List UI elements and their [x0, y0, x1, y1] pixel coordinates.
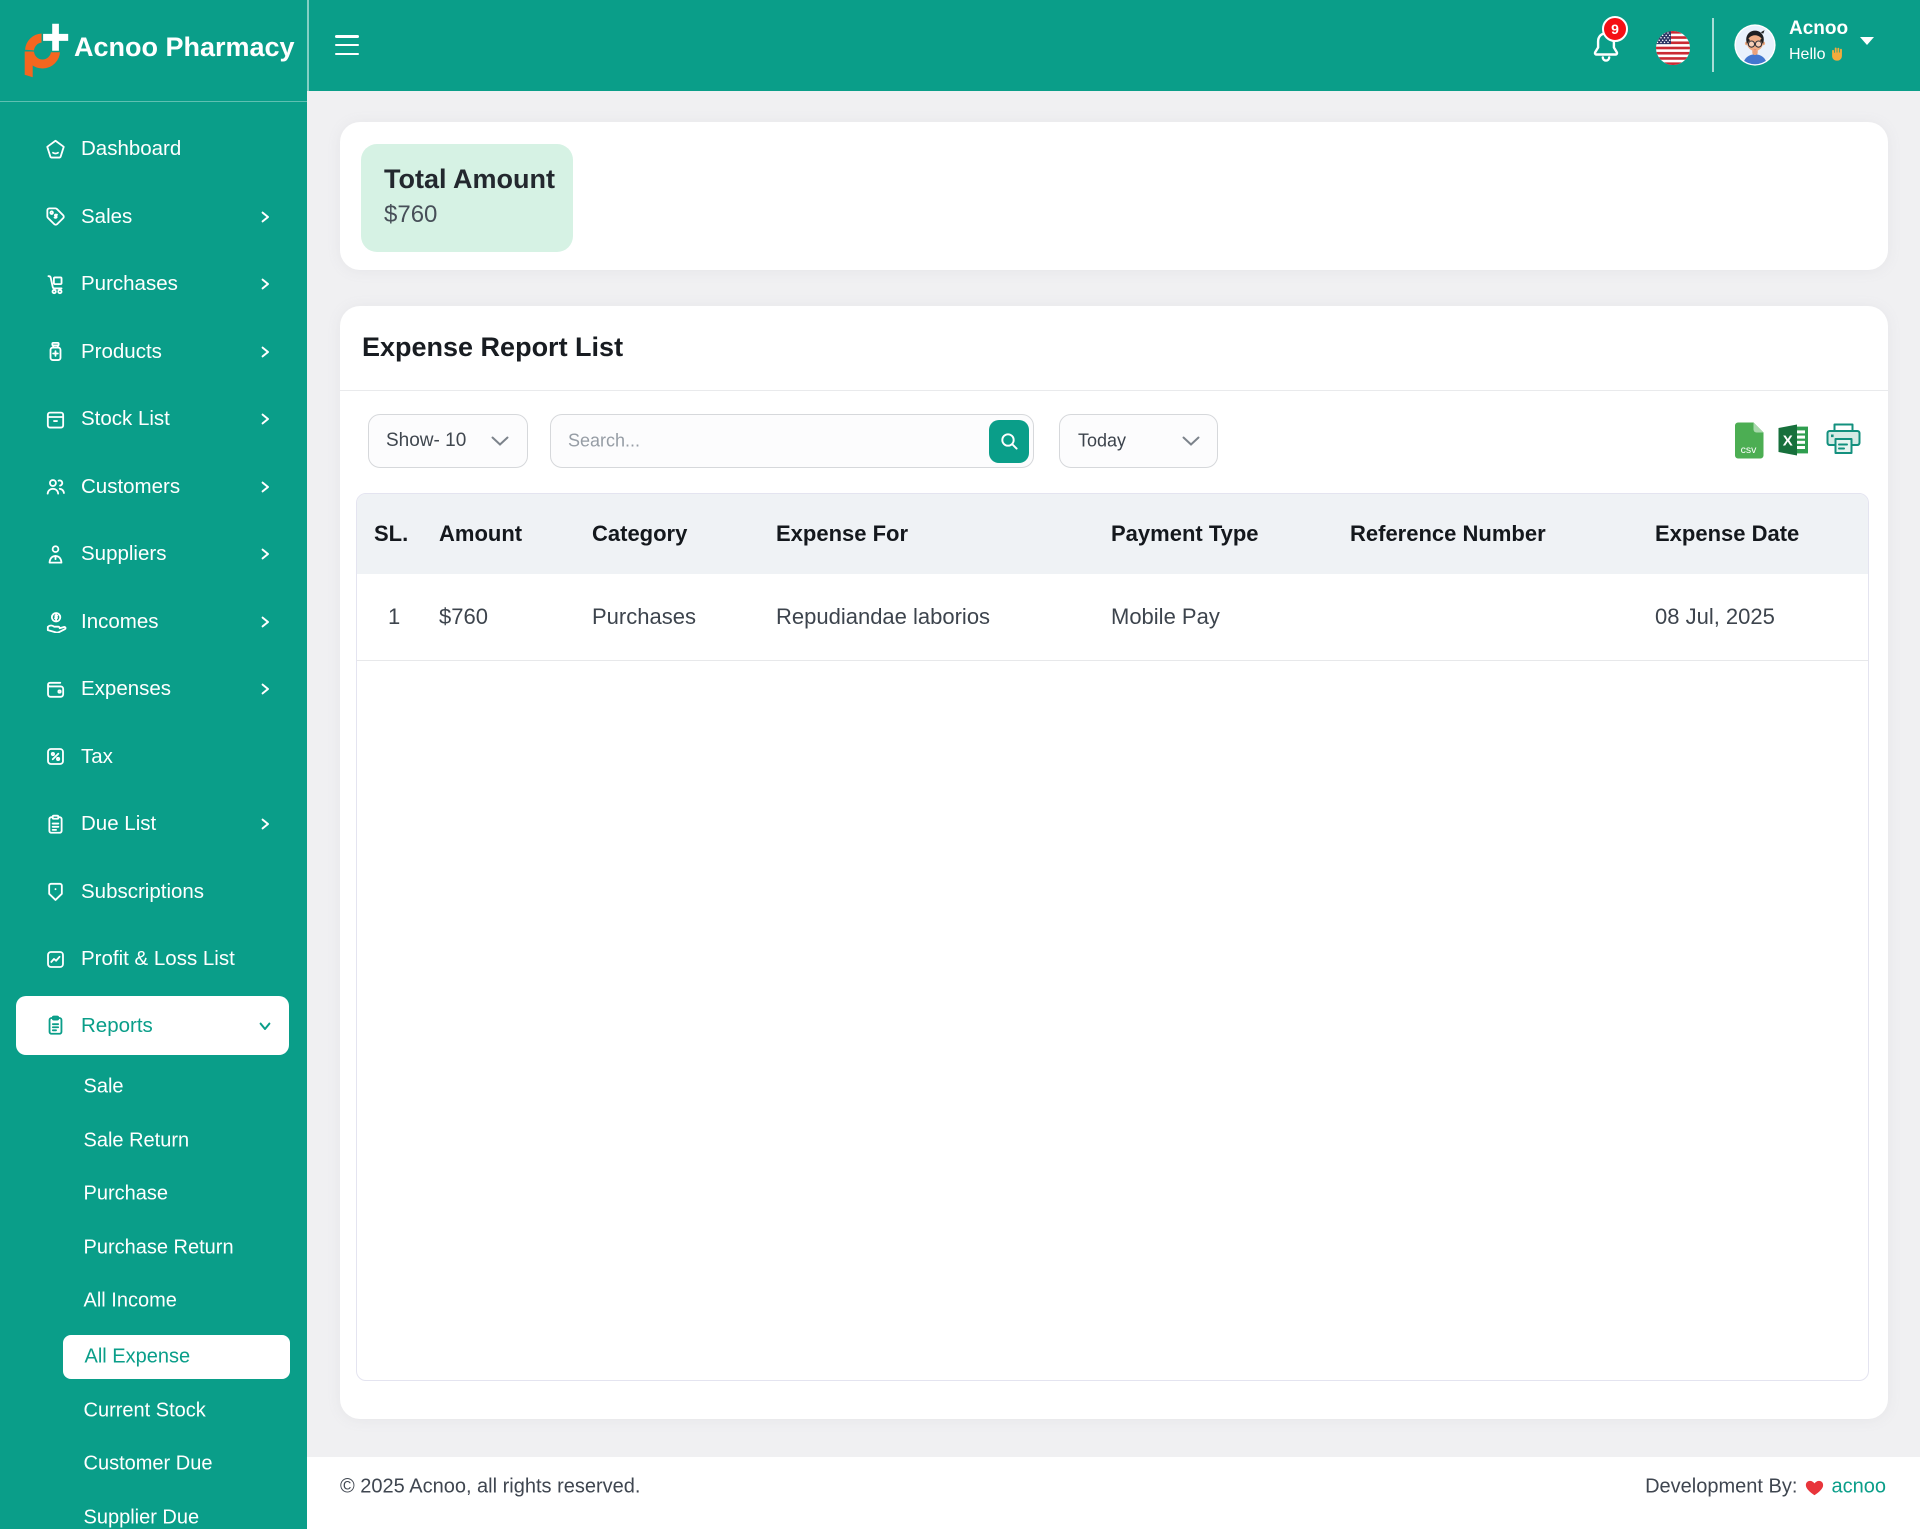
svg-text:X: X: [1783, 433, 1793, 450]
svg-text:csv: csv: [1741, 444, 1758, 456]
